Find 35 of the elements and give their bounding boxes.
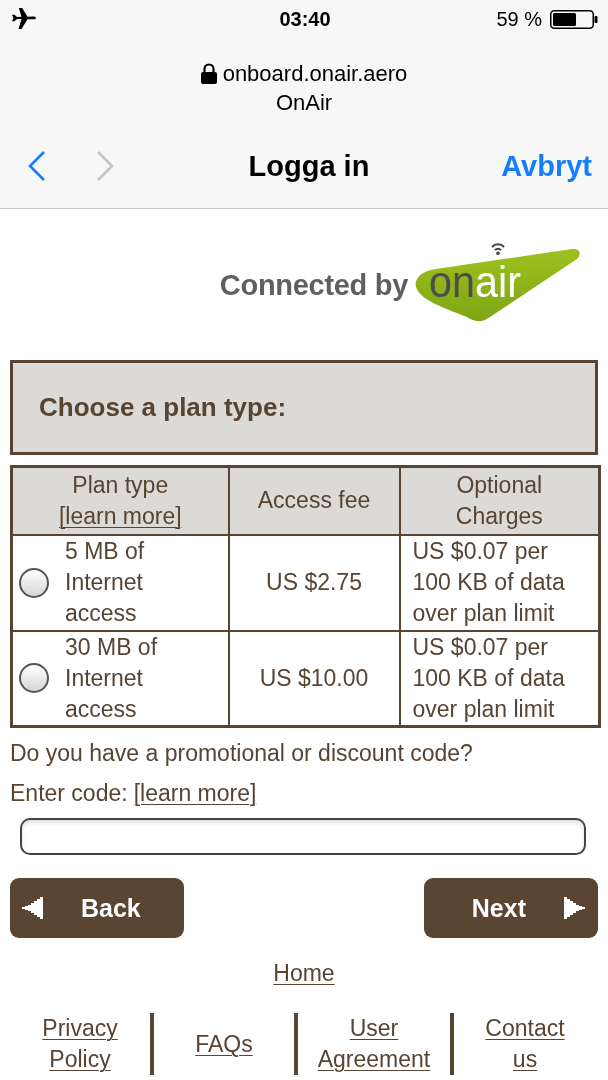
footer-link[interactable]: Contact us (485, 1013, 565, 1075)
plan-name: 5 MB of Internet access (65, 537, 146, 628)
footer-link[interactable]: FAQs (195, 1028, 253, 1060)
status-time: 03:40 (279, 7, 331, 31)
learn-more-link[interactable]: [learn more] (133, 779, 257, 807)
learn-more-link[interactable]: [learn more] (58, 500, 182, 532)
page-title: OnAir (275, 89, 333, 117)
right-arrow-icon (564, 897, 585, 919)
back-chevron-icon[interactable] (26, 149, 48, 183)
column-header: Access fee (228, 466, 400, 535)
next-button[interactable]: Next (424, 878, 598, 938)
battery-icon (550, 9, 598, 29)
left-arrow-icon (22, 897, 43, 919)
wifi-icon (491, 242, 505, 255)
column-header: Plan type (72, 470, 169, 500)
lock-icon (200, 63, 217, 84)
brand-wordmark: onair (429, 256, 524, 306)
promo-question: Do you have a promotional or discount code? (10, 739, 474, 767)
code-input-field[interactable] (20, 818, 586, 855)
radio-button[interactable] (19, 663, 49, 694)
home-link[interactable]: Home (273, 960, 335, 986)
plan-heading: Choose a plan type: (39, 392, 287, 423)
footer-link[interactable]: Privacy Policy (42, 1013, 118, 1075)
battery-percentage: 59 % (496, 7, 542, 31)
site-domain: onboard.onair.aero (222, 60, 408, 88)
footer-link[interactable]: User Agreement (317, 1013, 431, 1075)
logo-tagline: Connected by (219, 269, 408, 302)
radio-button[interactable] (19, 567, 49, 598)
cancel-link[interactable]: Avbryt (501, 149, 592, 183)
back-button[interactable]: Back (10, 878, 184, 938)
table-cell: US $2.75 (228, 534, 400, 631)
code-label: Enter code: (10, 779, 128, 807)
plan-name: 30 MB of Internet access (65, 632, 159, 724)
airplane-icon (12, 8, 36, 30)
sheet-title: Logga in (248, 149, 370, 183)
